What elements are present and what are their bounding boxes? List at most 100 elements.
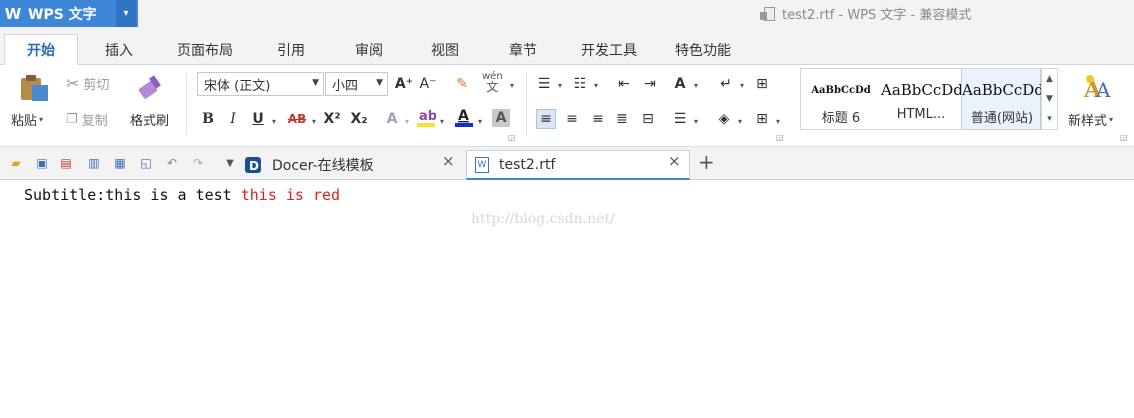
numbered-list-icon[interactable]: ☷ xyxy=(570,74,590,94)
tab-docer[interactable]: D Docer-在线模板 xyxy=(244,150,464,180)
grow-font-button[interactable]: A⁺ xyxy=(394,74,414,94)
font-size-value: 小四 xyxy=(332,78,359,94)
bullet-list-icon[interactable]: ☰ xyxy=(534,74,554,94)
undo-icon[interactable]: ↶ xyxy=(164,155,180,171)
chevron-down-icon: ▼ xyxy=(312,78,319,88)
copy-button[interactable]: ❐ 复制 xyxy=(66,110,108,129)
line-spacing-icon[interactable]: ☰ xyxy=(670,109,690,129)
style-sample: AaBbCcDd xyxy=(881,81,961,99)
scissors-icon: ✂ xyxy=(66,74,80,93)
add-tab-icon[interactable]: + xyxy=(698,150,715,174)
char-shading-icon[interactable]: A xyxy=(492,109,510,127)
shrink-font-button[interactable]: A⁻ xyxy=(418,74,438,94)
chevron-down-icon[interactable]: ▾ xyxy=(116,0,136,27)
table-icon[interactable]: ⊞ xyxy=(752,74,772,94)
cut-label: 剪切 xyxy=(83,78,110,93)
pinyin-bottom-label: 文 xyxy=(486,80,499,94)
close-icon[interactable]: × xyxy=(668,152,681,170)
format-painter-button[interactable]: 格式刷 xyxy=(130,110,169,129)
chevron-down-icon: ▼ xyxy=(376,78,383,88)
tab-references[interactable]: 引用 xyxy=(262,34,320,65)
superscript-button[interactable]: X² xyxy=(320,109,344,129)
align-right-icon[interactable]: ≡ xyxy=(588,109,608,129)
clear-format-icon[interactable]: ✎ xyxy=(452,74,472,94)
gallery-scrollbar[interactable]: ▲ ▼ ▾ xyxy=(1041,69,1057,129)
font-family-value: 宋体 (正文) xyxy=(204,78,271,94)
export-pdf-icon[interactable]: ▤ xyxy=(58,155,74,171)
font-family-select[interactable]: 宋体 (正文) ▼ xyxy=(197,72,324,96)
document-text: Subtitle:this is a test xyxy=(24,186,241,204)
tab-view[interactable]: 视图 xyxy=(416,34,474,65)
tab-test2[interactable]: W test2.rtf xyxy=(466,150,690,180)
app-menu-button[interactable]: W WPS 文字 ▾ xyxy=(0,0,138,27)
open-folder-icon[interactable]: ▰ xyxy=(8,155,24,171)
svg-text:D: D xyxy=(249,159,259,173)
new-style-button[interactable]: 新样式 ▾ xyxy=(1068,110,1113,129)
font-color-icon[interactable]: A xyxy=(454,107,474,127)
tab-insert[interactable]: 插入 xyxy=(90,34,148,65)
style-sample: AaBbCcDd xyxy=(962,81,1042,99)
cut-button[interactable]: ✂ 剪切 xyxy=(66,74,109,93)
copy-label: 复制 xyxy=(81,114,108,129)
style-item[interactable]: AaBbCcDd 标题 6 xyxy=(801,69,881,129)
paste-icon[interactable] xyxy=(18,72,52,102)
align-center-icon[interactable]: ≡ xyxy=(562,109,582,129)
underline-button[interactable]: U xyxy=(248,109,268,129)
app-name: WPS 文字 xyxy=(28,6,97,23)
paste-label: 粘贴 xyxy=(11,114,38,129)
print-icon[interactable]: ▥ xyxy=(86,155,102,171)
tab-sections[interactable]: 章节 xyxy=(494,34,552,65)
new-style-label: 新样式 xyxy=(1068,114,1108,129)
tab-page-layout[interactable]: 页面布局 xyxy=(166,34,244,65)
borders-icon[interactable]: ⊞ xyxy=(752,109,772,129)
style-item[interactable]: AaBbCcDd 普通(网站) xyxy=(961,69,1042,129)
style-gallery: AaBbCcDd 标题 6 AaBbCcDd HTML... AaBbCcDd … xyxy=(800,68,1058,130)
preview-icon[interactable]: ◱ xyxy=(138,155,154,171)
paragraph-dialog-launcher[interactable]: ◲ xyxy=(776,133,784,142)
more-icon[interactable]: ▾ xyxy=(1047,114,1052,124)
strikethrough-button[interactable]: AB xyxy=(284,109,310,129)
new-style-icon[interactable]: A A xyxy=(1082,73,1114,101)
font-size-select[interactable]: 小四 ▼ xyxy=(325,72,388,96)
phonetic-guide-button[interactable]: wén 文 xyxy=(482,71,503,93)
window-title-text: test2.rtf - WPS 文字 - 兼容模式 xyxy=(782,8,972,23)
window-title: test2.rtf - WPS 文字 - 兼容模式 xyxy=(760,0,971,27)
tab-developer[interactable]: 开发工具 xyxy=(570,34,648,65)
line-break-icon[interactable]: ↵ xyxy=(716,74,736,94)
styles-dialog-launcher[interactable]: ◲ xyxy=(1120,133,1128,142)
text-effect-icon[interactable]: A xyxy=(382,109,402,129)
increase-indent-icon[interactable]: ⇥ xyxy=(640,74,660,94)
document-icon xyxy=(760,6,775,21)
tab-home[interactable]: 开始 xyxy=(4,34,78,66)
document-tab-bar: ▰ ▣ ▤ ▥ ▦ ◱ ↶ ↷ ▼ D Docer-在线模板 × W test2… xyxy=(0,147,1134,180)
decrease-indent-icon[interactable]: ⇤ xyxy=(614,74,634,94)
redo-icon[interactable]: ↷ xyxy=(190,155,206,171)
copy-icon: ❐ xyxy=(66,112,78,127)
print-preview-icon[interactable]: ▦ xyxy=(112,155,128,171)
format-painter-icon[interactable] xyxy=(136,72,168,102)
distribute-icon[interactable]: ⊟ xyxy=(638,109,658,129)
subscript-button[interactable]: X₂ xyxy=(347,109,371,129)
tab-review[interactable]: 审阅 xyxy=(340,34,398,65)
justify-icon[interactable]: ≣ xyxy=(612,109,632,129)
chevron-down-icon[interactable]: ▼ xyxy=(1046,94,1053,104)
customize-toolbar-icon[interactable]: ▼ xyxy=(222,155,238,171)
word-document-icon: W xyxy=(475,156,489,173)
save-icon[interactable]: ▣ xyxy=(34,155,50,171)
chevron-up-icon[interactable]: ▲ xyxy=(1046,74,1053,84)
highlight-icon[interactable]: ab xyxy=(416,107,436,127)
title-bar: W WPS 文字 ▾ test2.rtf - WPS 文字 - 兼容模式 xyxy=(0,0,1134,27)
style-item[interactable]: AaBbCcDd HTML... xyxy=(881,69,961,129)
tab-special-features[interactable]: 特色功能 xyxy=(664,34,742,65)
close-icon[interactable]: × xyxy=(442,152,455,170)
paste-button[interactable]: 粘贴 ▾ xyxy=(11,110,43,129)
font-dialog-launcher[interactable]: ◲ xyxy=(508,133,516,142)
align-left-icon[interactable]: ≡ xyxy=(536,109,556,129)
style-name: 标题 6 xyxy=(821,111,861,126)
shading-fill-icon[interactable]: ◈ xyxy=(714,109,734,129)
text-direction-icon[interactable]: A xyxy=(670,74,690,94)
document-paragraph[interactable]: Subtitle:this is a test this is red xyxy=(24,186,340,204)
bold-button[interactable]: B xyxy=(198,109,218,129)
italic-button[interactable]: I xyxy=(223,109,243,129)
document-canvas[interactable]: Subtitle:this is a test this is red http… xyxy=(0,181,1134,418)
